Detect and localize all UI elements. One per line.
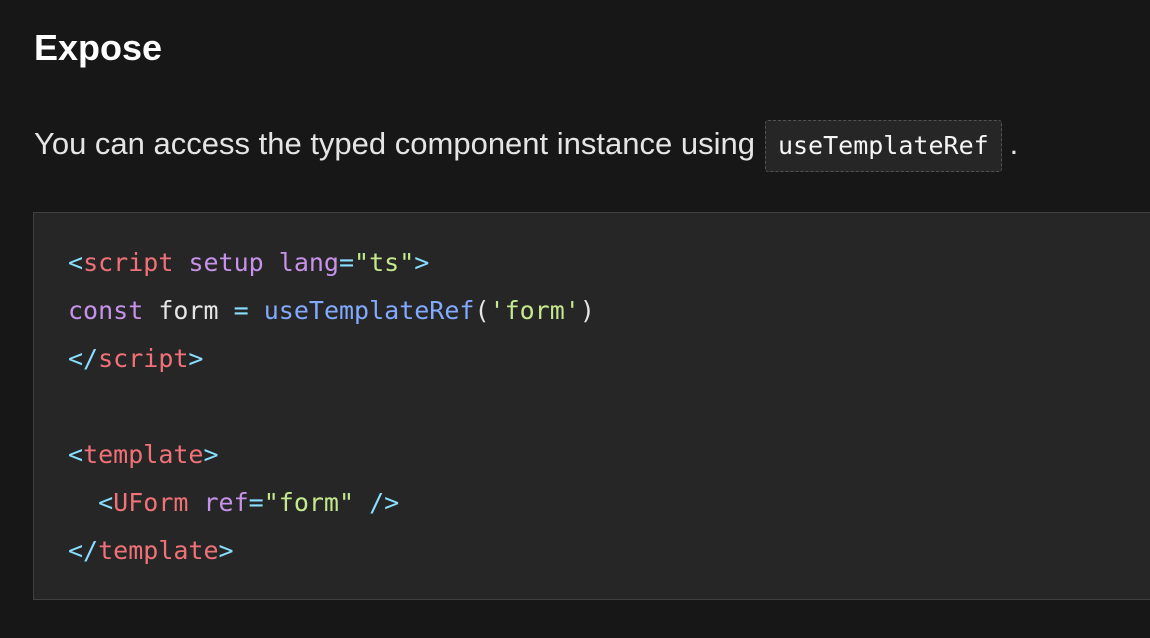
section-paragraph: You can access the typed component insta… [34,116,1018,172]
token: form [158,296,219,325]
token: > [188,344,204,373]
token: template [98,536,219,565]
token: < [98,488,114,517]
token: ref [203,488,249,517]
token: = [233,296,249,325]
token: </ [68,344,99,373]
token: script [98,344,189,373]
token: const [68,296,144,325]
token: > [203,440,219,469]
token: < [68,248,84,277]
token: UForm [113,488,189,517]
token: ) [579,296,595,325]
token: > [218,536,234,565]
code-line-3: </script> [68,335,1150,383]
token: 'form' [489,296,580,325]
token: template [83,440,204,469]
code-block[interactable]: <script setup lang="ts"> const form = us… [33,212,1150,600]
code-line-5: <template> [68,431,1150,479]
inline-code-usetemplateref: useTemplateRef [764,119,1002,172]
token: setup [188,248,264,277]
token: lang [278,248,339,277]
paragraph-period: . [1009,126,1019,161]
token: "form" [263,488,355,517]
paragraph-text: You can access the typed component insta… [34,126,755,161]
token: script [83,248,174,277]
token: < [68,440,84,469]
token: "ts" [354,248,415,277]
code-line-6: <UForm ref="form" /> [68,479,1150,527]
token: = [338,248,355,277]
docs-page: Expose You can access the typed componen… [0,0,1150,638]
code-line-7: </template> [68,527,1150,575]
token: </ [68,536,99,565]
section-heading: Expose [34,27,163,68]
token: /> [369,488,400,517]
token: ( [474,296,490,325]
token: useTemplateRef [263,296,475,325]
token: > [414,248,430,277]
token: = [248,488,264,517]
code-line-2: const form = useTemplateRef('form') [68,287,1150,335]
code-line-1: <script setup lang="ts"> [68,239,1150,287]
